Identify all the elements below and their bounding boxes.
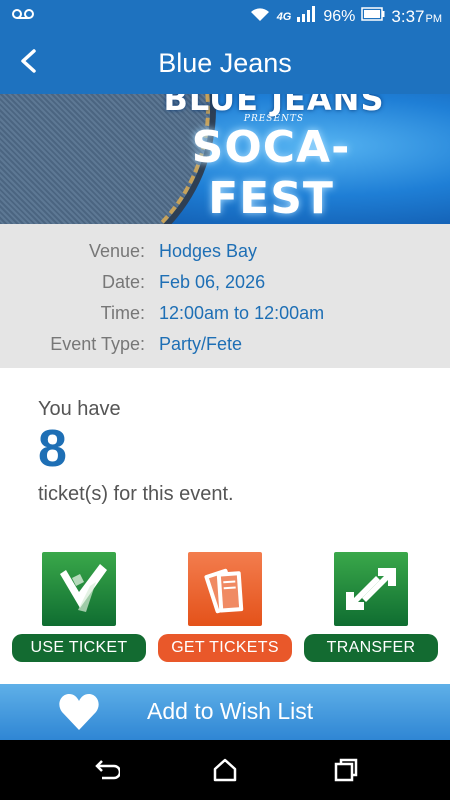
event-type-value: Party/Fete [159,334,243,354]
event-details: Venue: Hodges Bay Date: Feb 06, 2026 Tim… [0,224,450,368]
venue-value: Hodges Bay [159,241,258,261]
time-row: Time: 12:00am to 12:00am [0,298,450,329]
get-tickets-button[interactable]: GET TICKETS [158,552,292,662]
ticket-summary: You have 8 ticket(s) for this event. [38,398,234,506]
use-ticket-icon [42,552,116,626]
transfer-icon [334,552,408,626]
time-value: 12:00am to 12:00am [159,303,325,323]
back-nav-icon[interactable] [92,756,122,784]
use-ticket-label: USE TICKET [12,634,146,662]
tickets-prefix: You have [38,398,121,420]
get-tickets-icon [188,552,262,626]
network-type: 4G [276,10,292,23]
transfer-label: TRANSFER [304,634,438,662]
event-type-label: Event Type: [50,334,145,354]
get-tickets-label: GET TICKETS [158,634,292,662]
heart-icon [58,692,100,737]
transfer-button[interactable]: TRANSFER [304,552,438,662]
page-title: Blue Jeans [158,48,292,78]
clock-ampm: PM [425,12,443,25]
date-label: Date: [101,272,145,292]
recents-nav-icon[interactable] [332,756,360,784]
event-banner: BLUE JEANS PRESENTS SOCA-FEST [0,94,450,224]
date-row: Date: Feb 06, 2026 [0,267,450,298]
event-type-row: Event Type: Party/Fete [0,329,450,360]
time-label: Time: [100,303,145,323]
ticket-count: 8 [38,420,67,478]
clock-time: 3:37 [391,6,425,26]
add-to-wishlist-button[interactable]: Add to Wish List [0,684,450,740]
venue-row: Venue: Hodges Bay [0,236,450,267]
use-ticket-button[interactable]: USE TICKET [12,552,146,662]
battery-icon [361,7,385,26]
battery-percent: 96% [323,7,356,25]
venue-label: Venue: [88,241,145,261]
status-bar: 4G 96% 3:37PM [0,0,450,33]
system-nav-bar [0,740,450,800]
wifi-icon [249,6,271,27]
date-value: Feb 06, 2026 [159,272,266,292]
voicemail-icon [12,7,34,26]
wishlist-label: Add to Wish List [147,698,314,724]
app-bar: Blue Jeans [0,33,450,94]
home-nav-icon[interactable] [211,756,239,784]
tickets-suffix: ticket(s) for this event. [38,483,234,505]
banner-line3: SOCA-FEST [191,122,351,224]
signal-icon [297,6,317,27]
